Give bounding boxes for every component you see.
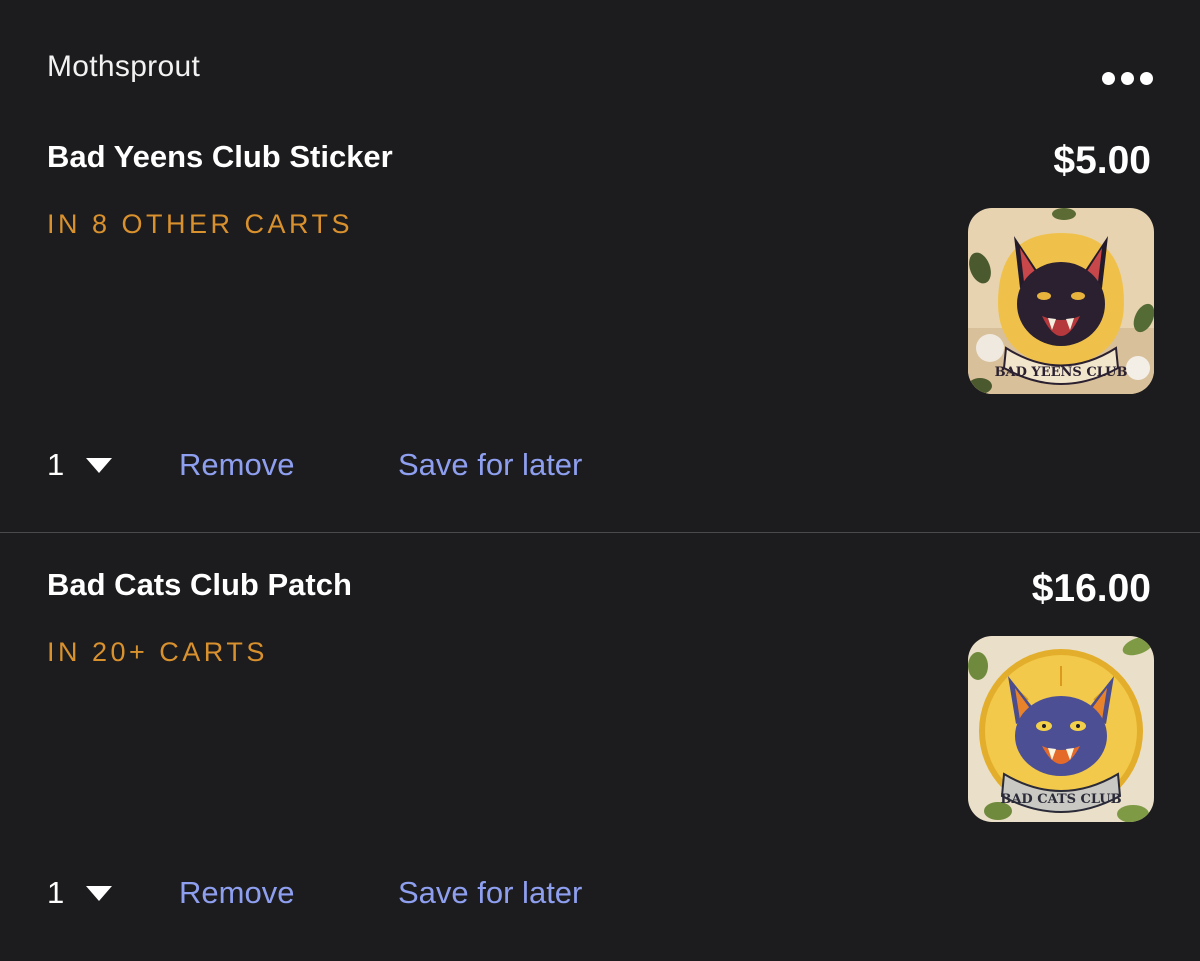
item-title[interactable]: Bad Yeens Club Sticker [47, 139, 393, 175]
save-for-later-button[interactable]: Save for later [398, 445, 582, 485]
item-thumbnail[interactable]: BAD CATS CLUB [968, 636, 1154, 822]
quantity-selector[interactable]: 1 [47, 873, 113, 913]
item-price: $5.00 [1053, 139, 1151, 182]
patch-text: BAD CATS CLUB [1000, 792, 1121, 807]
shop-name[interactable]: Mothsprout [47, 50, 200, 84]
bad-yeens-sticker-image: BAD YEENS CLUB [968, 208, 1154, 394]
quantity-selector[interactable]: 1 [47, 445, 113, 485]
save-for-later-button[interactable]: Save for later [398, 873, 582, 913]
quantity-value: 1 [47, 447, 65, 482]
cart-item: Bad Cats Club Patch IN 20+ CARTS $16.00 [0, 533, 1200, 961]
dot [1101, 71, 1115, 85]
chevron-down-icon [86, 457, 113, 473]
item-price: $16.00 [1031, 567, 1151, 610]
item-thumbnail[interactable]: BAD YEENS CLUB [968, 208, 1154, 394]
remove-button[interactable]: Remove [179, 445, 294, 485]
dot [1120, 71, 1134, 85]
item-title[interactable]: Bad Cats Club Patch [47, 567, 352, 603]
cart-item: Bad Yeens Club Sticker IN 8 OTHER CARTS … [0, 105, 1200, 533]
quantity-value: 1 [47, 875, 65, 910]
chevron-down-icon [86, 885, 113, 901]
remove-button[interactable]: Remove [179, 873, 294, 913]
bad-cats-patch-image: BAD CATS CLUB [968, 636, 1154, 822]
more-options-icon[interactable] [1094, 58, 1160, 98]
cart-popularity-note: IN 20+ CARTS [47, 637, 268, 667]
sticker-text: BAD YEENS CLUB [995, 365, 1128, 380]
cart-popularity-note: IN 8 OTHER CARTS [47, 209, 354, 239]
dot [1139, 71, 1153, 85]
